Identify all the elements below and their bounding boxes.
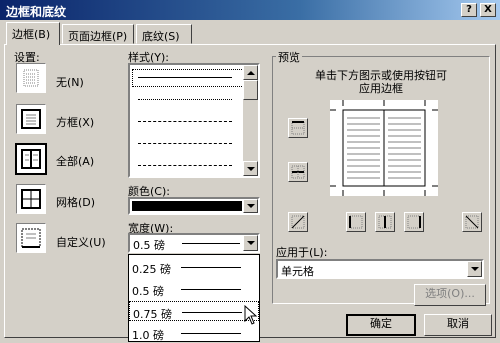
all-borders-icon: [21, 149, 41, 169]
color-dropdown[interactable]: [128, 197, 260, 215]
color-swatch: [132, 201, 242, 211]
width-dropdown-button[interactable]: [243, 235, 258, 251]
inside-horizontal-border-icon: [291, 165, 305, 179]
arrow-up-icon: [247, 71, 255, 75]
preset-box-button[interactable]: [16, 104, 46, 134]
style-listbox[interactable]: [128, 63, 260, 178]
width-dropdown-list[interactable]: 0.25 磅 0.5 磅 0.75 磅 1.0 磅: [128, 254, 260, 342]
apply-to-dropdown-button[interactable]: [467, 261, 482, 277]
mouse-pointer-icon: [244, 305, 258, 325]
box-border-icon: [21, 109, 41, 129]
preset-custom-label: 自定义(U): [56, 236, 106, 249]
style-scrollbar[interactable]: [243, 65, 258, 176]
help-button[interactable]: ?: [461, 3, 477, 17]
preview-label: 预览: [276, 49, 302, 65]
left-border-icon: [349, 215, 363, 229]
scroll-up-button[interactable]: [243, 65, 258, 80]
grid-border-icon: [21, 189, 41, 209]
diagonal-up-icon: [291, 215, 305, 229]
scroll-thumb[interactable]: [243, 80, 258, 100]
options-button[interactable]: 选项(O)...: [414, 284, 486, 306]
chevron-down-icon: [247, 204, 255, 208]
ok-button[interactable]: 确定: [346, 314, 416, 336]
preset-none-button[interactable]: [16, 63, 46, 93]
inside-vertical-border-icon: [378, 215, 392, 229]
preview-diagram: [330, 100, 438, 196]
preset-all-label: 全部(A): [56, 155, 95, 168]
width-sample-line: [182, 243, 240, 244]
inside-vertical-border-button[interactable]: [375, 212, 395, 232]
inside-horizontal-border-button[interactable]: [288, 162, 308, 182]
diagonal-down-border-button[interactable]: [288, 212, 308, 232]
custom-border-icon: [21, 228, 41, 248]
width-option[interactable]: 0.5 磅: [129, 279, 259, 299]
preset-all-button[interactable]: [15, 143, 47, 175]
style-solid[interactable]: [138, 77, 232, 78]
top-border-icon: [291, 121, 305, 135]
window-title: 边框和底纹: [6, 5, 67, 19]
apply-to-dropdown[interactable]: 单元格: [276, 259, 484, 279]
tab-shading[interactable]: 底纹(S): [136, 24, 192, 44]
preview-area[interactable]: [330, 100, 438, 196]
tab-page-borders[interactable]: 页面边框(P): [62, 24, 134, 44]
style-long-dash[interactable]: [138, 143, 232, 144]
style-dash-dot[interactable]: [138, 165, 232, 166]
color-dropdown-button[interactable]: [243, 199, 258, 213]
chevron-down-icon: [471, 267, 479, 271]
preset-box-label: 方框(X): [56, 116, 95, 129]
cancel-button[interactable]: 取消: [424, 314, 492, 336]
preset-grid-label: 网格(D): [56, 196, 96, 209]
preview-hint-line2: 应用边框: [359, 82, 403, 95]
top-border-button[interactable]: [288, 118, 308, 138]
diagonal-down-icon: [465, 215, 479, 229]
style-dashed[interactable]: [138, 121, 232, 122]
width-selected-value: 0.5 磅: [133, 239, 165, 252]
diagonal-down-border-button-right[interactable]: [462, 212, 482, 232]
right-border-icon: [407, 215, 421, 229]
apply-to-value: 单元格: [281, 265, 314, 278]
width-dropdown[interactable]: 0.5 磅: [128, 233, 260, 253]
title-bar: [0, 0, 500, 20]
no-border-icon: [23, 69, 39, 87]
preset-grid-button[interactable]: [16, 184, 46, 214]
arrow-down-icon: [247, 167, 255, 171]
apply-to-label: 应用于(L):: [276, 246, 328, 259]
width-option-highlighted[interactable]: 0.75 磅: [129, 301, 259, 321]
scroll-down-button[interactable]: [243, 161, 258, 176]
preset-custom-button[interactable]: [16, 223, 46, 253]
style-item-selected[interactable]: [132, 69, 244, 87]
chevron-down-icon: [247, 241, 255, 245]
preset-none-label: 无(N): [56, 76, 84, 89]
width-option[interactable]: 0.25 磅: [129, 257, 259, 277]
width-option[interactable]: 1.0 磅: [129, 323, 259, 343]
left-border-button[interactable]: [346, 212, 366, 232]
style-dotted[interactable]: [138, 99, 232, 100]
right-border-button[interactable]: [404, 212, 424, 232]
close-button[interactable]: X: [480, 3, 496, 17]
tab-borders[interactable]: 边框(B): [6, 22, 60, 45]
